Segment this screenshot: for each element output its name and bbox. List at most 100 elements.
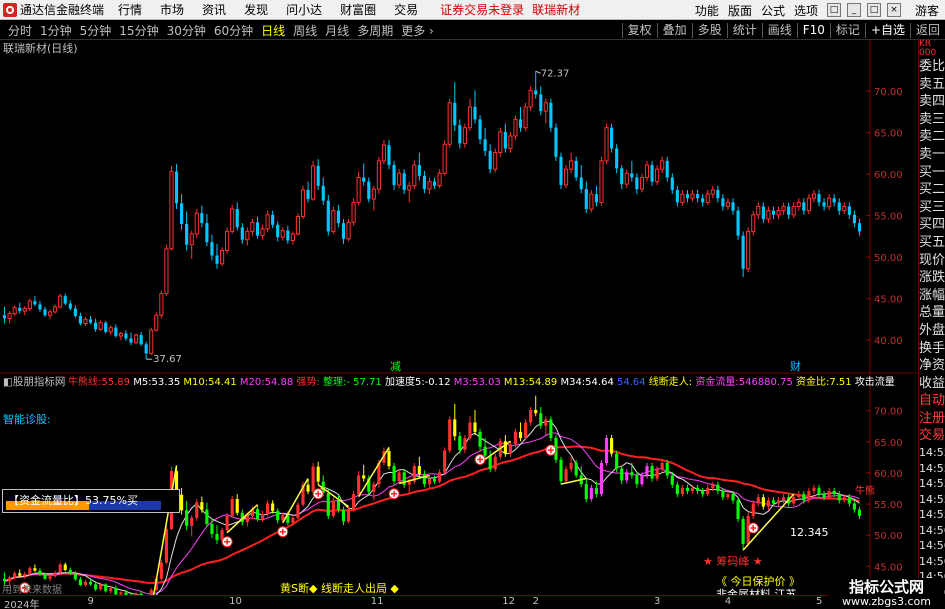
candle-body[interactable] <box>503 131 507 149</box>
ind-candle-body[interactable] <box>640 475 644 485</box>
draw-line-button[interactable]: 画线 <box>761 23 797 38</box>
candle-body[interactable] <box>513 118 518 137</box>
ind-candle-body[interactable] <box>589 487 593 500</box>
ind-candle-body[interactable] <box>766 500 770 507</box>
candle-body[interactable] <box>523 106 528 129</box>
candle-body[interactable] <box>63 296 67 304</box>
ind-candle-body[interactable] <box>326 492 330 516</box>
ind-candle-body[interactable] <box>255 509 260 520</box>
candle-body[interactable] <box>806 197 811 212</box>
ind-candle-body[interactable] <box>43 574 47 579</box>
ind-candle-body[interactable] <box>544 419 548 426</box>
ind-candle-body[interactable] <box>311 466 315 492</box>
candle-body[interactable] <box>351 201 356 223</box>
candle-body[interactable] <box>180 203 184 224</box>
candle-body[interactable] <box>630 173 634 178</box>
candle-body[interactable] <box>144 344 148 354</box>
ind-candle-body[interactable] <box>534 410 538 414</box>
financial-report-marker[interactable]: 财 <box>790 359 801 373</box>
quote-row[interactable]: 卖三 <box>919 111 945 129</box>
candle-body[interactable] <box>407 185 412 191</box>
quote-row[interactable]: 买三 <box>919 199 945 217</box>
ind-candle-body[interactable] <box>488 455 492 470</box>
ind-candle-body[interactable] <box>726 494 730 498</box>
quote-row[interactable]: 买二 <box>919 181 945 199</box>
toggle-icon[interactable]: □ <box>826 3 841 17</box>
quote-row[interactable]: 卖四 <box>919 93 945 111</box>
ind-candle-body[interactable] <box>387 451 391 467</box>
candle-body[interactable] <box>94 322 98 330</box>
ind-candle-body[interactable] <box>417 466 421 475</box>
ind-candle-body[interactable] <box>660 462 664 470</box>
period-monthly[interactable]: 月线 <box>325 22 349 39</box>
ind-candle-body[interactable] <box>832 490 836 495</box>
ind-candle-body[interactable] <box>731 494 735 501</box>
ind-candle-body[interactable] <box>99 584 103 590</box>
candle-body[interactable] <box>271 214 275 225</box>
quote-row[interactable]: 涨跌 <box>919 269 945 287</box>
candle-body[interactable] <box>412 164 417 187</box>
ind-candle-body[interactable] <box>276 510 280 521</box>
ind-candle-body[interactable] <box>559 459 563 482</box>
multi-stock-button[interactable]: 多股 <box>691 23 727 38</box>
ind-candle-body[interactable] <box>94 584 98 590</box>
ind-candle-body[interactable] <box>645 466 649 476</box>
ind-candle-body[interactable] <box>827 490 831 498</box>
quote-row[interactable]: 委比 <box>919 58 945 76</box>
candle-body[interactable] <box>751 214 756 232</box>
ind-candle-body[interactable] <box>847 497 851 504</box>
candle-body[interactable] <box>549 102 553 128</box>
ind-candle-body[interactable] <box>453 419 457 437</box>
candle-body[interactable] <box>685 194 690 199</box>
ind-candle-body[interactable] <box>180 494 184 511</box>
candle-body[interactable] <box>787 206 791 215</box>
candle-body[interactable] <box>346 221 351 240</box>
candle-body[interactable] <box>635 177 639 190</box>
ind-candle-body[interactable] <box>670 475 674 485</box>
quote-lower-row[interactable]: 交易 <box>919 427 945 445</box>
candle-body[interactable] <box>620 168 624 185</box>
quote-row[interactable]: 涨幅 <box>919 287 945 305</box>
candle-body[interactable] <box>776 210 781 216</box>
quote-lower-row[interactable]: 注册 <box>919 410 945 428</box>
candle-body[interactable] <box>559 156 563 185</box>
candle-body[interactable] <box>356 176 361 203</box>
ind-candle-body[interactable] <box>690 487 695 491</box>
ind-candle-body[interactable] <box>210 523 214 534</box>
period-daily[interactable]: 日线 <box>261 22 285 39</box>
ind-candle-body[interactable] <box>584 484 588 500</box>
candle-body[interactable] <box>569 160 574 170</box>
candle-body[interactable] <box>133 334 139 344</box>
candle-body[interactable] <box>235 209 239 228</box>
ind-candle-body[interactable] <box>736 500 740 520</box>
mark-button[interactable]: 标记 <box>829 23 865 38</box>
ind-candle-body[interactable] <box>822 494 826 498</box>
ind-candle-body[interactable] <box>711 484 715 488</box>
ind-candle-body[interactable] <box>230 499 234 516</box>
candle-body[interactable] <box>680 193 685 203</box>
candle-body[interactable] <box>245 230 250 241</box>
quote-row[interactable]: 卖五 <box>919 76 945 94</box>
ind-candle-body[interactable] <box>620 468 624 481</box>
candle-body[interactable] <box>114 327 118 336</box>
ind-candle-body[interactable] <box>503 441 507 454</box>
candle-body[interactable] <box>129 338 133 343</box>
ind-candle-body[interactable] <box>756 497 760 504</box>
quote-row[interactable]: 现价 <box>919 252 945 270</box>
candle-body[interactable] <box>250 221 255 232</box>
candle-body[interactable] <box>225 230 230 251</box>
candle-body[interactable] <box>326 200 330 232</box>
candle-body[interactable] <box>295 215 301 235</box>
ind-candle-body[interactable] <box>104 584 108 592</box>
candle-body[interactable] <box>311 165 316 200</box>
candle-body[interactable] <box>579 177 583 190</box>
quote-row[interactable]: 卖二 <box>919 128 945 146</box>
candle-body[interactable] <box>822 202 826 207</box>
ind-candle-body[interactable] <box>797 494 801 498</box>
ind-candle-body[interactable] <box>397 472 401 482</box>
quote-row[interactable]: 外盘 <box>919 322 945 340</box>
candle-body[interactable] <box>705 193 710 203</box>
candle-body[interactable] <box>124 333 128 339</box>
ind-candle-body[interactable] <box>291 517 295 523</box>
ind-candle-body[interactable] <box>741 519 745 544</box>
